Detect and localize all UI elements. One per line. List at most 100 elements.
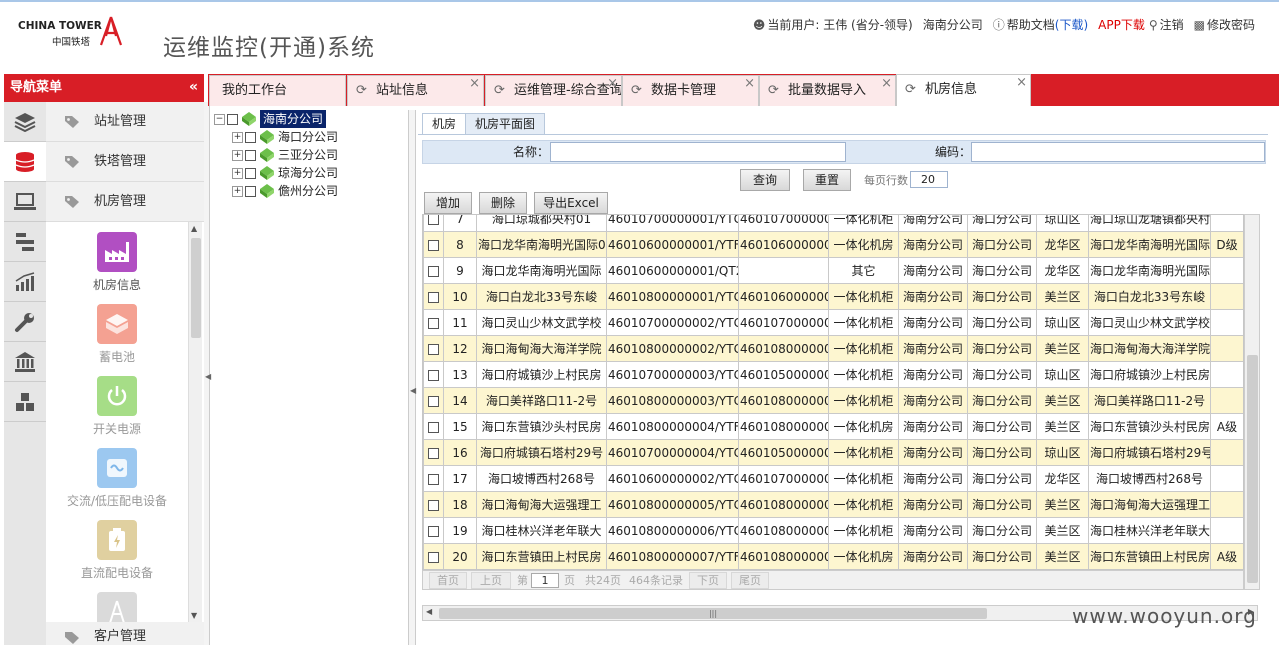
- first-page-button[interactable]: 首页: [429, 572, 467, 589]
- row-checkbox[interactable]: [428, 239, 439, 251]
- submenu-scrollbar[interactable]: ▲ ▼: [188, 222, 202, 622]
- row-checkbox[interactable]: [428, 369, 439, 381]
- row-checkbox[interactable]: [428, 317, 439, 329]
- rail-laptop-button[interactable]: [4, 182, 46, 222]
- content-tab-floorplan[interactable]: 机房平面图: [465, 113, 546, 135]
- refresh-icon[interactable]: ⟳: [905, 75, 916, 105]
- scroll-left-arrow-icon[interactable]: ◀: [426, 607, 432, 616]
- grid-vertical-scrollbar[interactable]: [1244, 214, 1260, 590]
- table-row[interactable]: 12海口海甸海大海洋学院46010800000002/YTG0246010800…: [423, 335, 1243, 362]
- scroll-thumb[interactable]: |||: [439, 608, 987, 619]
- row-checkbox-cell[interactable]: [423, 543, 444, 569]
- row-checkbox-cell[interactable]: [423, 361, 444, 388]
- table-row[interactable]: 10海口白龙北33号东峻46010800000001/YTG0146010600…: [423, 283, 1243, 310]
- row-checkbox-cell[interactable]: [423, 215, 444, 232]
- menu-item-room[interactable]: 机房管理: [46, 182, 204, 222]
- page-input[interactable]: 1: [531, 573, 559, 588]
- expand-toggle-icon[interactable]: +: [232, 167, 243, 179]
- row-checkbox-cell[interactable]: [423, 387, 444, 414]
- prev-page-button[interactable]: 上页: [471, 572, 511, 589]
- code-input[interactable]: [971, 142, 1265, 162]
- table-row[interactable]: 8海口龙华南海明光国际0146010600000001/YTF014601060…: [423, 231, 1243, 258]
- row-checkbox-cell[interactable]: [423, 517, 444, 544]
- name-input[interactable]: [550, 142, 846, 162]
- tab-data-card[interactable]: ⟳ 数据卡管理 ×: [622, 75, 759, 106]
- tab-maintenance-query[interactable]: ⟳ 运维管理-综合查询 ×: [485, 75, 622, 106]
- content-tab-room[interactable]: 机房: [422, 113, 467, 135]
- scroll-up-arrow-icon[interactable]: ▲: [191, 224, 197, 233]
- submenu-switch-power[interactable]: 开关电源: [46, 376, 188, 448]
- expand-toggle-icon[interactable]: +: [232, 149, 243, 161]
- next-page-button[interactable]: 下页: [689, 572, 727, 589]
- last-page-button[interactable]: 尾页: [731, 572, 769, 589]
- row-checkbox[interactable]: [428, 447, 439, 459]
- row-checkbox[interactable]: [428, 525, 439, 537]
- tab-room-info[interactable]: ⟳ 机房信息 ×: [896, 74, 1031, 106]
- scroll-down-arrow-icon[interactable]: ▼: [191, 611, 197, 620]
- submenu-dc-distribution[interactable]: 直流配电设备: [46, 520, 188, 592]
- tab-workbench[interactable]: 我的工作台: [209, 75, 346, 106]
- collapse-toggle-icon[interactable]: −: [214, 113, 225, 125]
- row-checkbox-cell[interactable]: [423, 283, 444, 310]
- menu-item-site[interactable]: 站址管理: [46, 102, 204, 142]
- row-checkbox[interactable]: [428, 473, 439, 485]
- change-password-link[interactable]: 修改密码: [1207, 16, 1255, 33]
- row-checkbox[interactable]: [428, 499, 439, 511]
- rail-stack-button[interactable]: [4, 222, 46, 262]
- scroll-thumb[interactable]: [1247, 355, 1258, 583]
- rail-wrench-button[interactable]: [4, 302, 46, 342]
- refresh-icon[interactable]: ⟳: [494, 76, 505, 106]
- sidebar-splitter[interactable]: ◀: [204, 102, 211, 645]
- submenu-battery[interactable]: 蓄电池: [46, 304, 188, 376]
- menu-item-customer[interactable]: 客户管理: [46, 622, 204, 645]
- table-row[interactable]: 11海口灵山少林文武学校46010700000002/YTG0246010700…: [423, 309, 1243, 336]
- row-checkbox[interactable]: [428, 343, 439, 355]
- tree-checkbox[interactable]: [245, 149, 256, 161]
- tree-node-child[interactable]: + 儋州分公司: [232, 182, 338, 200]
- table-row[interactable]: 7海口琼城都央村0146010700000001/YTG014601070000…: [423, 215, 1243, 232]
- refresh-icon[interactable]: ⟳: [768, 76, 779, 106]
- tree-node-root[interactable]: − 海南分公司: [214, 110, 327, 128]
- table-row[interactable]: 14海口美祥路口11-2号46010800000003/YTG034601080…: [423, 387, 1243, 414]
- table-row[interactable]: 13海口府城镇沙上村民房46010700000003/YTG0346010500…: [423, 361, 1243, 388]
- query-button[interactable]: 查询: [740, 169, 790, 191]
- table-row[interactable]: 15海口东营镇沙头村民房46010800000004/YTF0446010800…: [423, 413, 1243, 440]
- submenu-room-info[interactable]: 机房信息: [46, 232, 188, 304]
- close-icon[interactable]: ×: [469, 76, 480, 99]
- app-download-link[interactable]: APP下载: [1098, 16, 1145, 33]
- close-icon[interactable]: ×: [607, 76, 618, 99]
- rail-chart-button[interactable]: [4, 262, 46, 302]
- submenu-ac-distribution[interactable]: 交流/低压配电设备: [46, 448, 188, 520]
- row-checkbox[interactable]: [428, 395, 439, 407]
- rail-database-button[interactable]: [4, 142, 46, 182]
- scroll-thumb[interactable]: [191, 238, 201, 338]
- table-row[interactable]: 20海口东营镇田上村民房46010800000007/YTF0646010800…: [423, 543, 1243, 569]
- row-checkbox-cell[interactable]: [423, 439, 444, 466]
- tab-batch-import[interactable]: ⟳ 批量数据导入 ×: [759, 75, 896, 106]
- tree-checkbox[interactable]: [245, 131, 256, 143]
- tree-node-child[interactable]: + 三亚分公司: [232, 146, 338, 164]
- rail-layers-button[interactable]: [4, 102, 46, 142]
- row-checkbox-cell[interactable]: [423, 491, 444, 518]
- collapse-nav-button[interactable]: «: [189, 74, 198, 101]
- row-checkbox[interactable]: [428, 551, 439, 563]
- row-checkbox-cell[interactable]: [423, 465, 444, 492]
- rail-bank-button[interactable]: [4, 342, 46, 382]
- close-icon[interactable]: ×: [1016, 75, 1027, 98]
- help-link[interactable]: 帮助文档: [1007, 16, 1055, 33]
- expand-toggle-icon[interactable]: +: [232, 185, 243, 197]
- per-page-input[interactable]: 20: [910, 171, 948, 188]
- table-row[interactable]: 18海口海甸海大运强理工46010800000005/YTG0546010800…: [423, 491, 1243, 518]
- refresh-icon[interactable]: ⟳: [631, 76, 642, 106]
- export-excel-button[interactable]: 导出Excel: [534, 192, 608, 214]
- row-checkbox[interactable]: [428, 215, 439, 225]
- tab-site-info[interactable]: ⟳ 站址信息 ×: [347, 75, 484, 106]
- row-checkbox[interactable]: [428, 421, 439, 433]
- expand-toggle-icon[interactable]: +: [232, 131, 243, 143]
- tree-node-child[interactable]: + 琼海分公司: [232, 164, 338, 182]
- reset-button[interactable]: 重置: [803, 169, 851, 191]
- table-row[interactable]: 9 海口龙华南海明光国际 46010600000001/QT22 其它 海南分公司 海口分…: [423, 257, 1243, 284]
- tree-checkbox[interactable]: [227, 113, 238, 125]
- add-button[interactable]: 增加: [424, 192, 472, 214]
- table-row[interactable]: 16海口府城镇石塔村29号46010700000004/YTG044601050…: [423, 439, 1243, 466]
